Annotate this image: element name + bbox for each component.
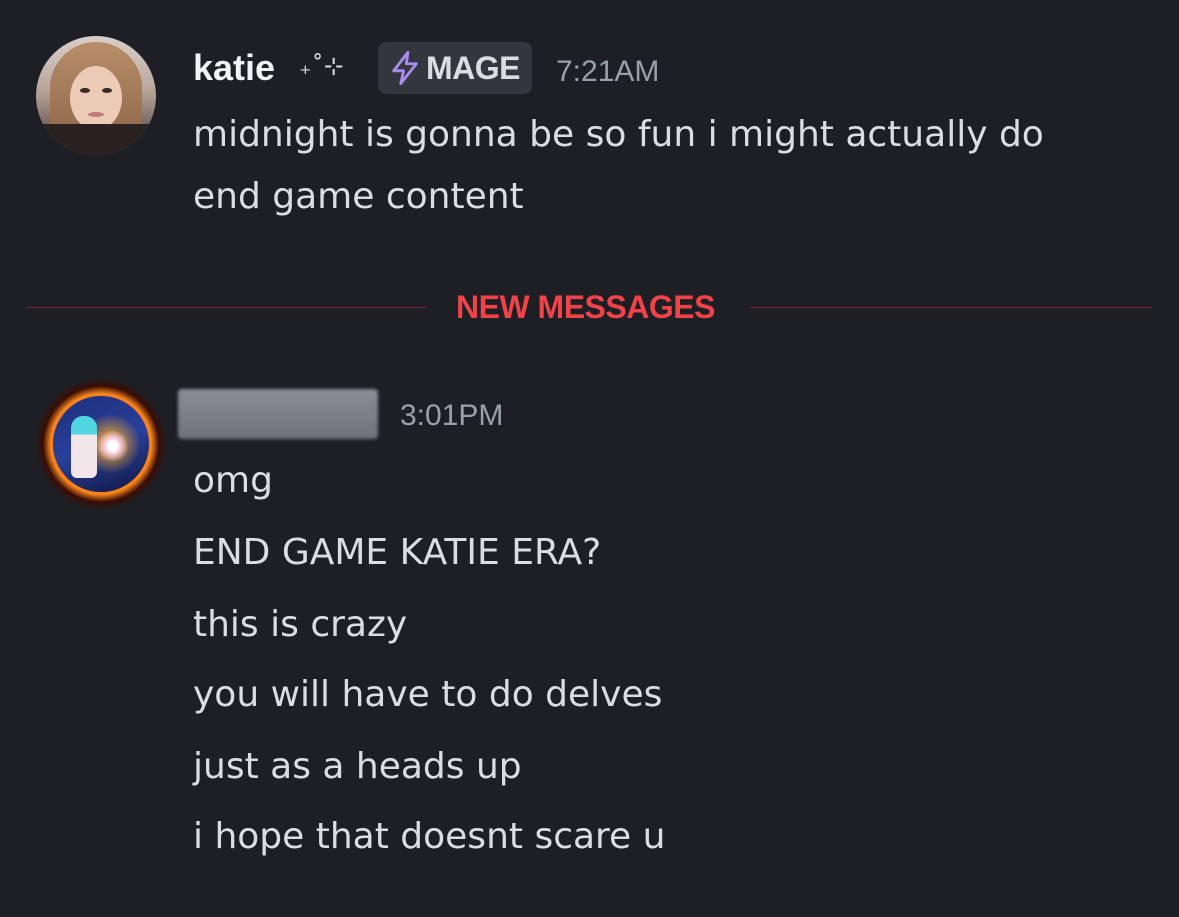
avatar-eye [102,88,112,93]
chat-messages: katie ₊˚⊹ MAGE 7:21AM midnight is gonna … [0,0,1179,917]
role-badge[interactable]: MAGE [378,42,532,94]
name-decoration: ₊˚⊹ [299,52,344,80]
role-label: MAGE [426,49,521,86]
message-line: midnight is gonna be so fun i might actu… [193,114,1044,155]
avatar-eye [80,88,90,93]
timestamp[interactable]: 3:01PM [400,396,503,436]
new-messages-divider-line [27,307,427,308]
message-content: midnight is gonna be so fun i might actu… [193,104,1044,228]
avatar-with-decoration[interactable] [36,374,166,514]
avatar [53,396,149,492]
avatar[interactable] [36,36,156,156]
message-line: omg [193,460,273,501]
new-messages-divider-line [750,307,1152,308]
avatar-face [70,66,122,130]
avatar-shoulders [36,124,156,156]
message-line: end game content [193,176,524,217]
message-line: END GAME KATIE ERA? [193,532,602,573]
message-line: i hope that doesnt scare u [193,816,666,857]
username-redacted[interactable] [178,389,378,439]
message-line: this is crazy [193,604,408,645]
avatar-figure [71,416,97,478]
avatar-lips [88,112,104,117]
new-messages-label: NEW MESSAGES [456,289,715,325]
message-line: you will have to do delves [193,674,663,715]
lightning-bolt-icon [392,51,418,85]
message-line: just as a heads up [193,746,522,787]
username[interactable]: katie [193,44,275,92]
timestamp[interactable]: 7:21AM [556,52,659,92]
